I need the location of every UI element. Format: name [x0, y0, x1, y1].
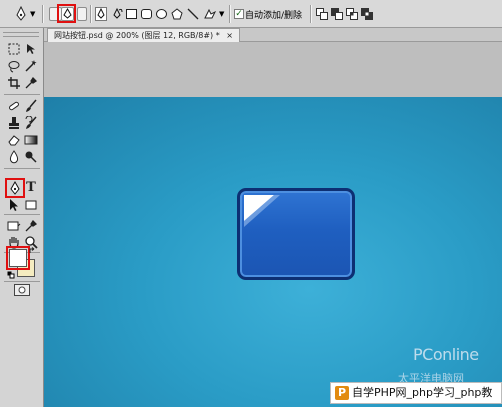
gradient-tool-icon[interactable] [24, 133, 38, 147]
document-title: 网站按钮.psd @ 200% (图层 12, RGB/8#) * [54, 31, 220, 40]
auto-add-delete-label: 自动添加/删除 [245, 11, 303, 21]
options-bar: ▼ ▼ ✓ 自动添加/删除 [0, 0, 502, 28]
move-tool-icon[interactable] [24, 42, 38, 56]
pen-icon[interactable] [95, 7, 107, 21]
foreground-color-highlight [6, 246, 30, 270]
toolbox-grip[interactable] [3, 32, 39, 37]
add-to-path-area-icon[interactable] [316, 8, 328, 20]
pen-tool-highlight [5, 178, 25, 198]
pconline-watermark: PConline [413, 345, 479, 364]
quick-mask-icon[interactable] [14, 284, 30, 296]
path-selection-tool-icon[interactable] [7, 198, 21, 212]
exclude-overlapping-path-areas-icon[interactable] [361, 8, 373, 20]
magic-wand-tool-icon[interactable] [24, 59, 38, 73]
preset-dropdown-icon[interactable]: ▼ [30, 10, 35, 18]
ellipse-shape-icon[interactable] [156, 9, 167, 19]
marquee-tool-icon[interactable] [7, 42, 21, 56]
polygon-shape-icon[interactable] [171, 8, 183, 20]
pasteboard [44, 42, 502, 97]
custom-shape-dropdown-icon[interactable]: ▼ [219, 10, 224, 18]
lasso-tool-icon[interactable] [7, 59, 21, 73]
eyedropper-sample-tool-icon[interactable] [24, 219, 38, 233]
separator [310, 5, 312, 23]
rounded-button-shape [237, 188, 355, 280]
php-site-logo: P 自学PHP网_php学习_php教 [330, 382, 502, 404]
history-brush-tool-icon[interactable] [24, 116, 38, 130]
toolbox-divider [4, 281, 40, 282]
separator [42, 5, 44, 23]
toolbox-divider [4, 214, 40, 215]
custom-shape-icon[interactable] [203, 8, 216, 20]
crop-tool-icon[interactable] [7, 76, 21, 90]
rectangle-tool-icon[interactable] [24, 198, 38, 212]
button-gloss-highlight [244, 195, 280, 227]
intersect-path-areas-icon[interactable] [346, 8, 358, 20]
pen-tool-preset-icon[interactable] [14, 6, 28, 22]
swap-colors-icon[interactable] [29, 247, 37, 255]
toolbox-divider [4, 94, 40, 95]
tools-panel: T [0, 28, 44, 407]
php-logo-text: 自学PHP网_php学习_php教 [352, 386, 493, 399]
brush-tool-icon[interactable] [24, 99, 38, 113]
type-tool-icon[interactable]: T [24, 181, 38, 195]
dodge-tool-icon[interactable] [24, 150, 38, 164]
healing-brush-tool-icon[interactable] [7, 99, 21, 113]
freeform-pen-icon[interactable] [111, 7, 123, 21]
fill-pixels-mode-icon[interactable] [77, 7, 87, 21]
default-colors-icon[interactable] [7, 271, 15, 279]
auto-add-delete-checkbox[interactable]: ✓ [234, 9, 244, 19]
blur-tool-icon[interactable] [7, 150, 21, 164]
paths-mode-highlight [57, 4, 76, 23]
separator [229, 5, 231, 23]
rounded-rectangle-shape-icon[interactable] [141, 9, 152, 19]
subtract-from-path-area-icon[interactable] [331, 8, 343, 20]
line-shape-icon[interactable] [187, 8, 199, 20]
close-tab-icon[interactable]: × [226, 31, 233, 40]
notes-tool-icon[interactable] [7, 219, 21, 233]
document-tab-bar: 网站按钮.psd @ 200% (图层 12, RGB/8#) * × [44, 28, 502, 42]
eraser-tool-icon[interactable] [7, 133, 21, 147]
clone-stamp-tool-icon[interactable] [7, 116, 21, 130]
toolbox-divider [4, 168, 40, 169]
rectangle-shape-icon[interactable] [126, 9, 137, 19]
php-logo-icon: P [335, 386, 349, 400]
separator [90, 5, 92, 23]
document-tab[interactable]: 网站按钮.psd @ 200% (图层 12, RGB/8#) * × [47, 28, 240, 42]
eyedropper-tool-icon[interactable] [24, 76, 38, 90]
